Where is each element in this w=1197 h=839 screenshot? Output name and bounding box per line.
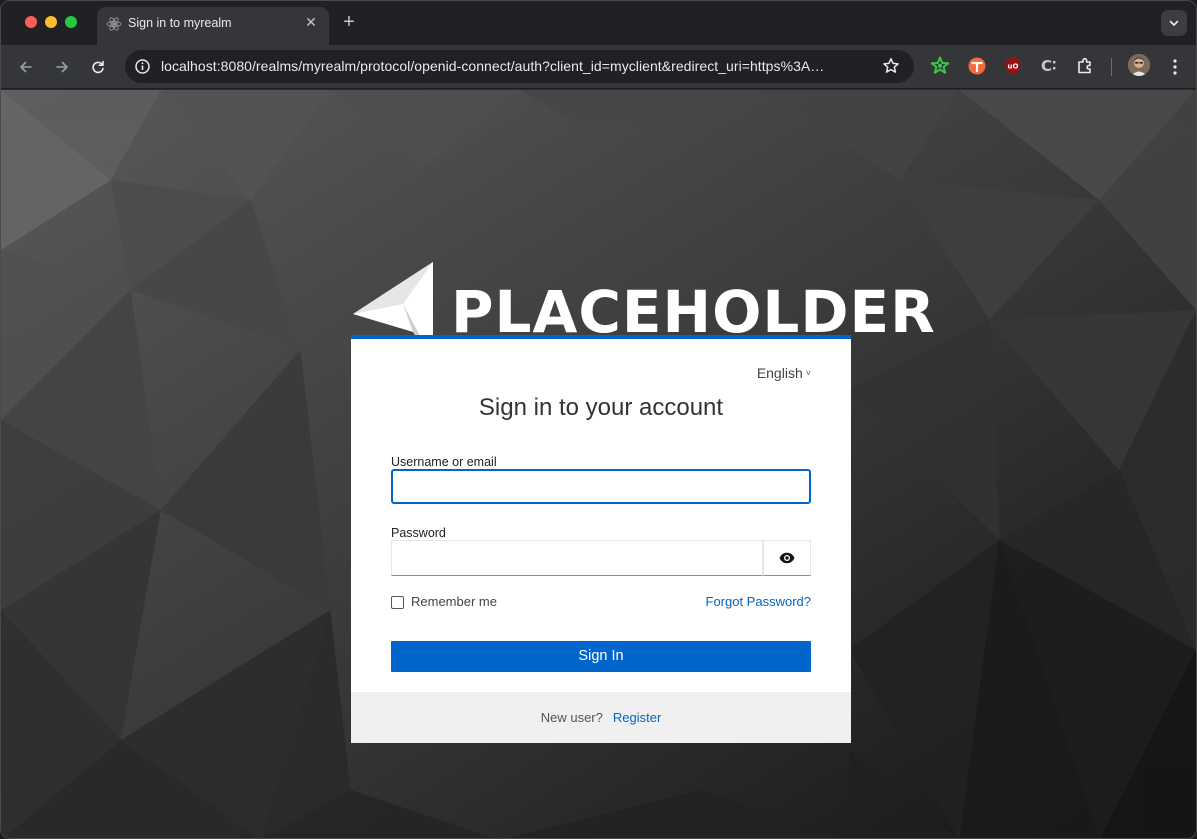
card-footer: New user? Register bbox=[351, 692, 851, 743]
c-bracket-extension-icon[interactable]: C bbox=[1039, 56, 1059, 76]
language-label: English bbox=[756, 365, 803, 381]
forward-button[interactable] bbox=[50, 55, 74, 79]
url-text[interactable]: localhost:8080/realms/myrealm/protocol/o… bbox=[161, 58, 873, 74]
address-bar[interactable]: localhost:8080/realms/myrealm/protocol/o… bbox=[125, 50, 914, 83]
eye-icon bbox=[779, 552, 795, 564]
toolbar-separator bbox=[1111, 58, 1112, 76]
page-title: Sign in to your account bbox=[478, 394, 724, 421]
puzzle-extensions-icon[interactable] bbox=[1075, 56, 1095, 76]
forgot-password-link[interactable]: Forgot Password? bbox=[706, 594, 812, 609]
svg-text:uO: uO bbox=[1008, 63, 1019, 71]
reload-icon bbox=[92, 60, 104, 74]
tab-close-icon[interactable]: ✕ bbox=[302, 13, 320, 31]
tab-title: Sign in to myrealm bbox=[128, 16, 232, 30]
language-selector[interactable]: English ˅ bbox=[757, 365, 811, 381]
reload-button[interactable] bbox=[86, 55, 110, 79]
minimize-window-button[interactable] bbox=[45, 16, 57, 28]
remember-me-label[interactable]: Remember me bbox=[411, 594, 497, 609]
orange-circle-extension-icon[interactable] bbox=[967, 56, 987, 76]
remember-me-checkbox[interactable] bbox=[391, 596, 404, 609]
avatar-image bbox=[1128, 54, 1150, 76]
tab-search-button[interactable] bbox=[1161, 10, 1187, 36]
new-user-text: New user? bbox=[540, 710, 603, 725]
green-star-extension-icon[interactable] bbox=[930, 56, 950, 76]
register-link[interactable]: Register bbox=[613, 710, 661, 725]
star-icon[interactable] bbox=[882, 57, 900, 75]
login-card: English ˅ Sign in to your account Usernam… bbox=[351, 335, 851, 743]
password-label: Password bbox=[391, 526, 446, 540]
password-input[interactable] bbox=[391, 540, 763, 576]
svg-text:C: C bbox=[1041, 57, 1052, 75]
chevron-down-icon bbox=[1169, 20, 1179, 26]
tab-strip: Sign in to myrealm ✕ + bbox=[1, 1, 1196, 45]
password-field-group bbox=[391, 540, 811, 576]
keycloak-favicon-icon bbox=[106, 17, 122, 31]
sign-in-button[interactable]: Sign In bbox=[391, 641, 811, 672]
vertical-dots-icon bbox=[1173, 59, 1177, 75]
maximize-window-button[interactable] bbox=[65, 16, 77, 28]
profile-avatar[interactable] bbox=[1128, 54, 1150, 76]
site-info-icon[interactable] bbox=[133, 57, 152, 76]
back-arrow-icon bbox=[20, 61, 32, 73]
username-input[interactable] bbox=[391, 469, 811, 504]
page-content: PLACEHOLDER English ˅ Sign in to your acc… bbox=[1, 90, 1196, 838]
ublock-extension-icon[interactable]: uO bbox=[1003, 56, 1023, 76]
new-tab-button[interactable]: + bbox=[339, 11, 359, 33]
browser-menu-button[interactable] bbox=[1164, 55, 1186, 79]
forward-arrow-icon bbox=[56, 61, 68, 73]
username-label: Username or email bbox=[391, 455, 497, 469]
chevron-down-icon: ˅ bbox=[805, 368, 811, 378]
browser-window: Sign in to myrealm ✕ + localhost:8080/re… bbox=[0, 0, 1197, 839]
browser-toolbar: localhost:8080/realms/myrealm/protocol/o… bbox=[1, 45, 1196, 89]
close-window-button[interactable] bbox=[25, 16, 37, 28]
show-password-button[interactable] bbox=[763, 540, 811, 576]
back-button[interactable] bbox=[14, 55, 38, 79]
tab-active[interactable]: Sign in to myrealm ✕ bbox=[97, 7, 329, 45]
